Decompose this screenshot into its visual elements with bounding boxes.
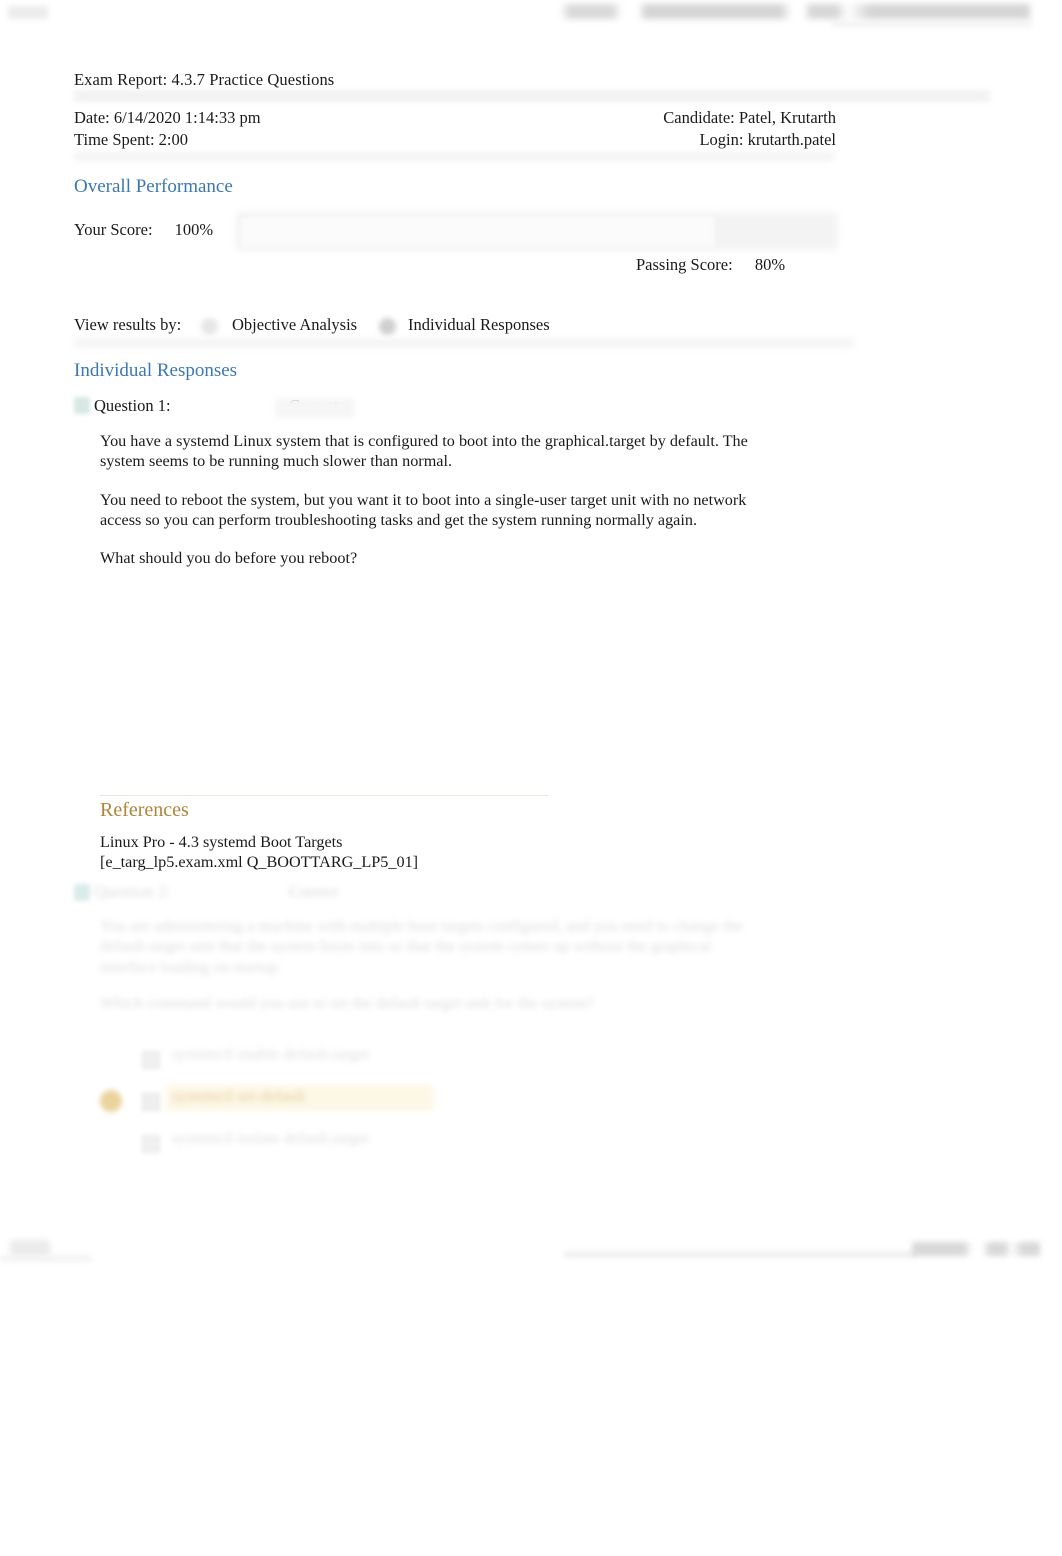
your-score-line: Your Score: 100% [74, 220, 213, 240]
radio-objective-analysis[interactable] [201, 318, 218, 335]
answer-checkbox[interactable] [142, 1093, 160, 1111]
question-2-paragraph-2: Which command would you use to set the d… [100, 993, 594, 1012]
reference-line-2: [e_targ_lp5.exam.xml Q_BOOTTARG_LP5_01] [100, 853, 419, 872]
question-2-paragraph-1: You are administering a machine with mul… [100, 917, 743, 976]
browser-address-bar[interactable] [560, 4, 1030, 19]
question-2-answers: systemctl enable default.target systemct… [100, 1045, 660, 1171]
view-results-divider-smudge [74, 338, 854, 348]
your-score-label: Your Score: [74, 220, 153, 239]
passing-score-value: 80% [754, 255, 786, 274]
question-2-status: Correct [289, 882, 339, 901]
browser-chrome-divider [832, 22, 1032, 26]
question-2-body: You are administering a machine with mul… [100, 916, 760, 1013]
question-1-body: You have a systemd Linux system that is … [100, 431, 750, 568]
answer-checkbox[interactable] [142, 1135, 160, 1153]
report-login: Login: krutarth.patel [699, 130, 836, 149]
report-meta: Date: 6/14/2020 1:14:33 pm Candidate: Pa… [74, 108, 836, 152]
page-title: Exam Report: 4.3.7 Practice Questions [74, 70, 335, 89]
reference-line-1: Linux Pro - 4.3 systemd Boot Targets [100, 833, 343, 851]
label-objective-analysis[interactable]: Objective Analysis [232, 315, 357, 335]
browser-chrome [0, 0, 1062, 26]
references-divider [100, 795, 548, 796]
answer-option[interactable]: systemctl enable default.target [100, 1045, 660, 1087]
question-1-paragraph-2: You need to reboot the system, but you w… [100, 490, 747, 529]
overall-performance-heading: Overall Performance [74, 176, 233, 197]
report-candidate: Candidate: Patel, Krutarth [663, 108, 836, 127]
browser-back-control[interactable] [8, 6, 48, 19]
references-heading: References [100, 799, 189, 821]
footer-left-control[interactable] [10, 1240, 50, 1256]
question-status-icon [74, 397, 90, 414]
question-2-status-icon [74, 884, 90, 901]
passing-score-line: Passing Score: 80% [636, 255, 785, 275]
question-1-paragraph-3: What should you do before you reboot? [100, 549, 358, 567]
view-results-by-label: View results by: [74, 315, 182, 334]
question-1-status-smudge [275, 398, 355, 418]
individual-responses-heading: Individual Responses [74, 360, 238, 381]
question-1-row: Question 1: Correct [74, 396, 474, 420]
footer-center-smudge [564, 1252, 916, 1257]
report-date: Date: 6/14/2020 1:14:33 pm [74, 108, 261, 127]
question-1-label: Question 1: [94, 396, 171, 415]
report-time-spent: Time Spent: 2:00 [74, 130, 188, 149]
footer-left-underline [0, 1256, 92, 1261]
radio-individual-responses[interactable] [379, 318, 396, 335]
label-individual-responses[interactable]: Individual Responses [408, 315, 550, 335]
correct-answer-marker-icon [100, 1090, 122, 1112]
answer-option[interactable]: systemctl isolate default.target [100, 1129, 660, 1171]
answer-checkbox[interactable] [142, 1051, 160, 1069]
meta-row-date: Date: 6/14/2020 1:14:33 pm Candidate: Pa… [74, 108, 836, 130]
answer-label: systemctl enable default.target [172, 1045, 370, 1063]
score-bar-fill [240, 216, 716, 248]
exam-report-page: Exam Report: 4.3.7 Practice Questions Da… [0, 0, 1062, 1556]
references-body: Linux Pro - 4.3 systemd Boot Targets [e_… [100, 832, 418, 873]
answer-label: systemctl set-default [172, 1087, 306, 1105]
score-progress-bar [236, 206, 840, 256]
footer-right-controls[interactable] [912, 1242, 1040, 1256]
question-1-paragraph-1: You have a systemd Linux system that is … [100, 432, 748, 471]
title-underline-smudge [74, 90, 990, 102]
your-score-value: 100% [174, 220, 214, 239]
browser-footer [0, 1240, 1062, 1270]
meta-divider-smudge [74, 152, 834, 161]
passing-score-label: Passing Score: [636, 255, 733, 274]
answer-label: systemctl isolate default.target [172, 1129, 370, 1147]
question-2-label: Question 2: [94, 882, 171, 901]
meta-row-time: Time Spent: 2:00 Login: krutarth.patel [74, 130, 836, 152]
answer-option[interactable]: systemctl set-default [100, 1085, 660, 1129]
